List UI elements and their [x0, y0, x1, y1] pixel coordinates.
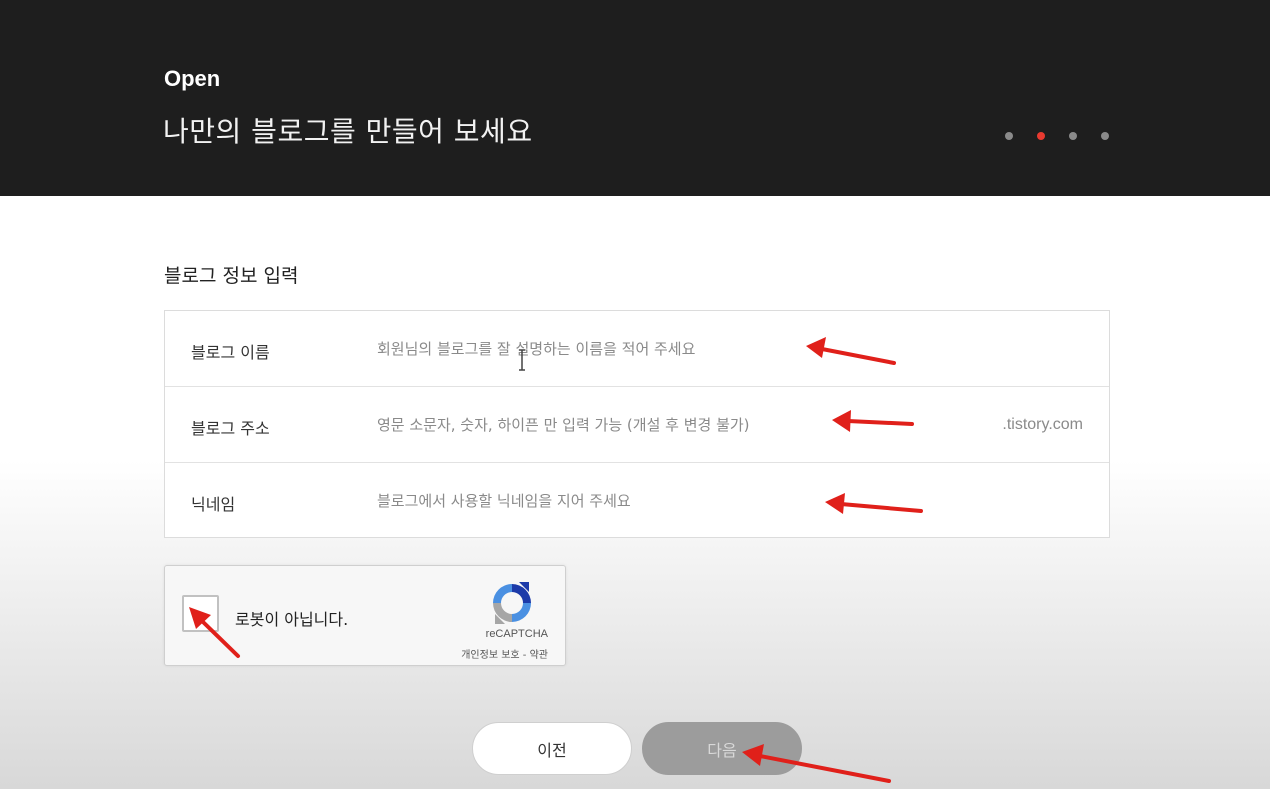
- recaptcha-logo-icon: [493, 582, 531, 624]
- domain-suffix: .tistory.com: [1002, 416, 1083, 433]
- blog-name-label: 블로그 이름: [191, 343, 270, 362]
- recaptcha-label: 로봇이 아닙니다.: [235, 610, 349, 629]
- text-cursor-icon: [519, 349, 525, 371]
- step-indicator: [1005, 132, 1109, 140]
- step-dot-2-active: [1037, 132, 1045, 140]
- recaptcha-widget: 로봇이 아닙니다. reCAPTCHA 개인정보 보호 - 약관: [164, 565, 566, 666]
- links-separator: -: [519, 650, 530, 661]
- recaptcha-checkbox[interactable]: [182, 595, 219, 632]
- page-header: Open 나만의 블로그를 만들어 보세요: [0, 0, 1270, 196]
- page-title: 나만의 블로그를 만들어 보세요: [163, 115, 533, 148]
- form-row-blog-address: 블로그 주소 .tistory.com: [165, 387, 1109, 463]
- section-title: 블로그 정보 입력: [164, 265, 299, 287]
- nickname-label: 닉네임: [191, 495, 236, 514]
- recaptcha-brand: reCAPTCHA: [485, 628, 548, 640]
- blog-name-input[interactable]: [377, 331, 977, 367]
- blog-address-input[interactable]: [377, 407, 977, 443]
- next-button[interactable]: 다음: [642, 722, 802, 775]
- header-brand: Open: [164, 66, 221, 91]
- step-dot-4: [1101, 132, 1109, 140]
- step-dot-3: [1069, 132, 1077, 140]
- form-row-nickname: 닉네임: [165, 463, 1109, 538]
- recaptcha-links: 개인정보 보호 - 약관: [461, 646, 548, 661]
- prev-button[interactable]: 이전: [472, 722, 632, 775]
- blog-address-label: 블로그 주소: [191, 419, 270, 438]
- form-row-blog-name: 블로그 이름: [165, 311, 1109, 387]
- nickname-input[interactable]: [377, 483, 977, 519]
- terms-link[interactable]: 약관: [530, 650, 548, 661]
- step-dot-1: [1005, 132, 1013, 140]
- privacy-link[interactable]: 개인정보 보호: [461, 650, 519, 661]
- blog-info-form: 블로그 이름 블로그 주소 .tistory.com 닉네임: [164, 310, 1110, 538]
